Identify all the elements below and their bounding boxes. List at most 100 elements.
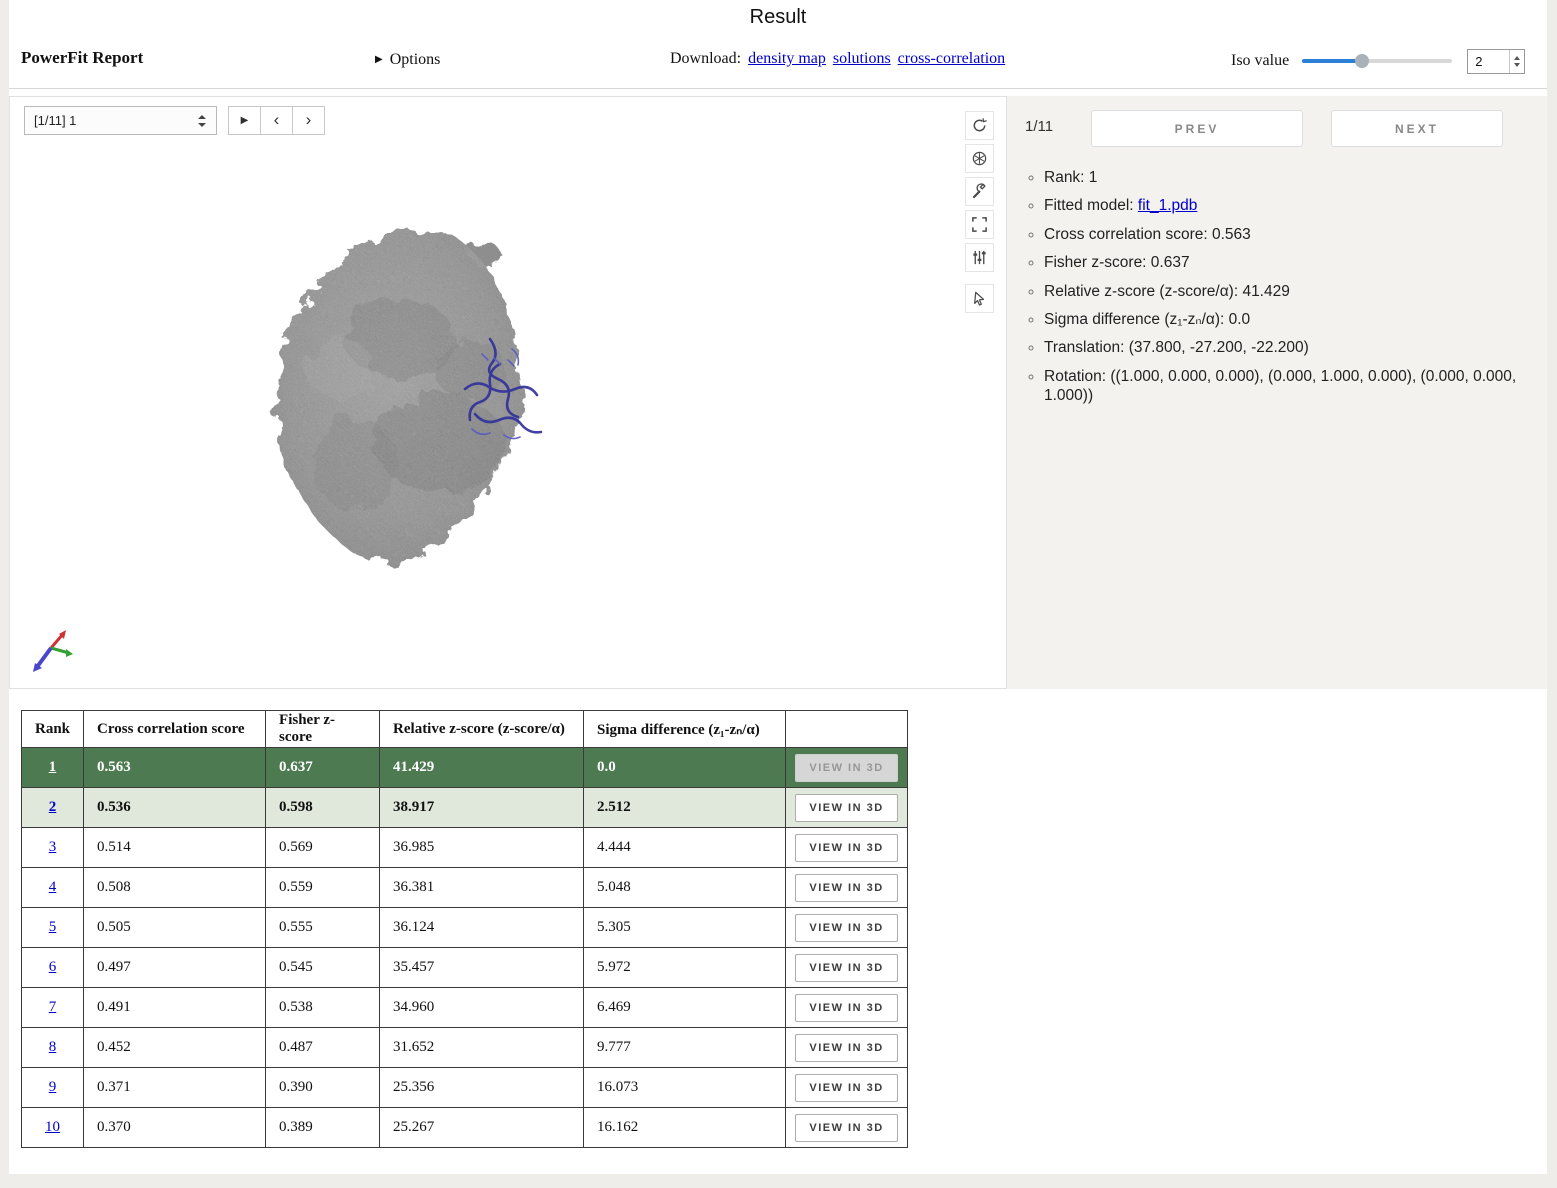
fitted-model-link[interactable]: fit_1.pdb [1138,197,1197,214]
iso-value-control: Iso value 2 [1231,46,1525,76]
download-cross-correlation-link[interactable]: cross-correlation [898,50,1006,67]
sigma-cell: 2.512 [584,788,786,828]
sigma-cell: 4.444 [584,828,786,868]
ccs-cell: 0.371 [84,1068,266,1108]
rank-link[interactable]: 10 [45,1119,60,1135]
spinner-up-icon[interactable] [1514,56,1520,60]
table-row[interactable]: 1 0.563 0.637 41.429 0.0 VIEW IN 3D [22,748,908,788]
download-solutions-link[interactable]: solutions [833,50,891,67]
sigma-cell: 16.073 [584,1068,786,1108]
view-in-3d-button[interactable]: VIEW IN 3D [795,754,897,782]
frame-select[interactable]: [1/11] 1 [24,106,217,135]
table-row[interactable]: 10 0.370 0.389 25.267 16.162 VIEW IN 3D [22,1108,908,1148]
relative-cell: 36.124 [380,908,584,948]
relative-cell: 36.381 [380,868,584,908]
download-label: Download: [670,50,741,67]
sigma-header: Sigma difference (z₁-zₙ/α) [584,711,786,748]
iso-value-text: 2 [1468,54,1509,69]
settings-icon[interactable] [965,243,994,272]
play-button[interactable]: ▶ [228,106,261,135]
spinner-buttons[interactable] [1509,50,1524,73]
view-in-3d-button[interactable]: VIEW IN 3D [795,1034,897,1062]
detail-fisher-zscore: Fisher z-score: 0.637 [1044,253,1529,272]
sigma-cell: 0.0 [584,748,786,788]
view-in-3d-button[interactable]: VIEW IN 3D [795,794,897,822]
ccs-cell: 0.452 [84,1028,266,1068]
table-row[interactable]: 3 0.514 0.569 36.985 4.444 VIEW IN 3D [22,828,908,868]
fit-details-panel: 1/11 PREV NEXT Rank: 1 Fitted model: fit… [1007,96,1547,689]
next-button[interactable]: NEXT [1331,110,1503,147]
spinner-down-icon[interactable] [1514,63,1520,67]
fit-position: 1/11 [1025,118,1053,135]
rank-link[interactable]: 3 [49,839,57,855]
table-row[interactable]: 9 0.371 0.390 25.356 16.073 VIEW IN 3D [22,1068,908,1108]
rank-link[interactable]: 4 [49,879,57,895]
relative-cell: 25.356 [380,1068,584,1108]
pointer-icon[interactable] [965,284,994,313]
view-in-3d-button[interactable]: VIEW IN 3D [795,994,897,1022]
iso-value-input[interactable]: 2 [1467,49,1525,74]
view-in-3d-button[interactable]: VIEW IN 3D [795,1114,897,1142]
rank-link[interactable]: 1 [49,759,57,775]
relative-cell: 25.267 [380,1108,584,1148]
fisher-cell: 0.538 [266,988,380,1028]
step-forward-button[interactable]: › [292,106,325,135]
table-row[interactable]: 8 0.452 0.487 31.652 9.777 VIEW IN 3D [22,1028,908,1068]
view-in-3d-button[interactable]: VIEW IN 3D [795,874,897,902]
table-row[interactable]: 7 0.491 0.538 34.960 6.469 VIEW IN 3D [22,988,908,1028]
prev-button[interactable]: PREV [1091,110,1303,147]
fit-details-list: Rank: 1 Fitted model: fit_1.pdb Cross co… [1023,168,1529,405]
view-in-3d-button[interactable]: VIEW IN 3D [795,834,897,862]
table-row[interactable]: 6 0.497 0.545 35.457 5.972 VIEW IN 3D [22,948,908,988]
fisher-cell: 0.637 [266,748,380,788]
detail-fitted-model: Fitted model: fit_1.pdb [1044,196,1529,215]
rank-link[interactable]: 6 [49,959,57,975]
detail-translation: Translation: (37.800, -27.200, -22.200) [1044,338,1529,357]
fisher-cell: 0.390 [266,1068,380,1108]
rank-link[interactable]: 9 [49,1079,57,1095]
download-density-map-link[interactable]: density map [748,50,826,67]
rank-header: Rank [22,711,84,748]
table-row[interactable]: 2 0.536 0.598 38.917 2.512 VIEW IN 3D [22,788,908,828]
ccs-cell: 0.514 [84,828,266,868]
iso-value-label: Iso value [1231,52,1289,70]
spin-icon[interactable] [965,111,994,140]
page-title: Result [9,6,1547,29]
rank-link[interactable]: 8 [49,1039,57,1055]
view-in-3d-button[interactable]: VIEW IN 3D [795,914,897,942]
view-in-3d-button[interactable]: VIEW IN 3D [795,1074,897,1102]
powerfit-report-page: Result PowerFit Report ▶Options Download… [9,0,1547,1174]
ccs-cell: 0.563 [84,748,266,788]
relative-cell: 38.917 [380,788,584,828]
options-toggle[interactable]: ▶Options [375,51,440,69]
rank-link[interactable]: 7 [49,999,57,1015]
results-table-body: 1 0.563 0.637 41.429 0.0 VIEW IN 3D 2 0.… [22,748,908,1148]
detail-rank: Rank: 1 [1044,168,1529,187]
relative-header: Relative z-score (z-score/α) [380,711,584,748]
iso-value-slider[interactable] [1302,53,1452,69]
relative-cell: 34.960 [380,988,584,1028]
density-map-render[interactable] [250,219,595,584]
step-back-button[interactable]: ‹ [260,106,293,135]
rank-link[interactable]: 5 [49,919,57,935]
ccs-cell: 0.491 [84,988,266,1028]
ccs-header: Cross correlation score [84,711,266,748]
results-table: Rank Cross correlation score Fisher z-sc… [21,710,908,1148]
detail-cross-correlation: Cross correlation score: 0.563 [1044,225,1529,244]
table-row[interactable]: 5 0.505 0.555 36.124 5.305 VIEW IN 3D [22,908,908,948]
sigma-cell: 6.469 [584,988,786,1028]
slider-thumb[interactable] [1355,54,1369,68]
fisher-cell: 0.559 [266,868,380,908]
center-icon[interactable] [965,144,994,173]
view-in-3d-button[interactable]: VIEW IN 3D [795,954,897,982]
frame-select-value: [1/11] 1 [34,113,197,128]
wrench-icon[interactable] [965,177,994,206]
table-row[interactable]: 4 0.508 0.559 36.381 5.048 VIEW IN 3D [22,868,908,908]
header: Result PowerFit Report ▶Options Download… [9,0,1547,89]
actions-header [786,711,908,748]
fullscreen-icon[interactable] [965,210,994,239]
ccs-cell: 0.536 [84,788,266,828]
rank-link[interactable]: 2 [49,799,57,815]
fisher-header: Fisher z-score [266,711,380,748]
fit-pager: 1/11 PREV NEXT [1023,110,1529,154]
